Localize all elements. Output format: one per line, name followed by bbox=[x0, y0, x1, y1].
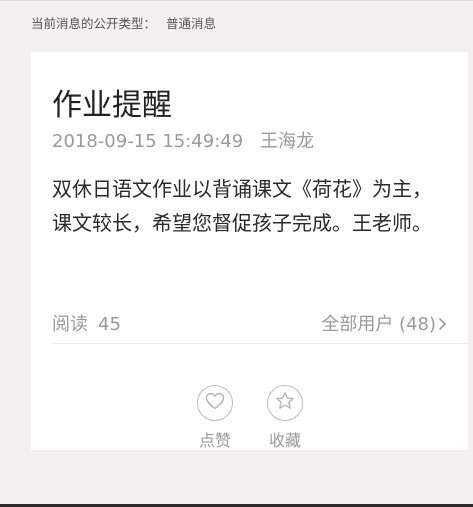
stats-divider bbox=[52, 343, 468, 344]
visibility-value: 普通消息 bbox=[166, 16, 217, 31]
message-datetime: 2018-09-15 15:49:49 bbox=[52, 131, 244, 152]
like-label: 点赞 bbox=[198, 431, 231, 450]
like-button[interactable]: 点赞 bbox=[195, 385, 235, 451]
message-meta: 2018-09-15 15:49:49 王海龙 bbox=[52, 127, 314, 153]
all-users-label: 全部用户 (48) bbox=[321, 314, 436, 335]
read-count: 45 bbox=[98, 314, 121, 335]
read-stats: 阅读 45 bbox=[52, 310, 121, 336]
message-author: 王海龙 bbox=[260, 131, 315, 152]
star-icon bbox=[275, 391, 295, 415]
top-divider bbox=[0, 0, 473, 1]
chevron-right-icon bbox=[438, 315, 447, 336]
read-label: 阅读 bbox=[52, 314, 88, 335]
all-users-link[interactable]: 全部用户 (48) bbox=[321, 310, 447, 336]
favorite-label: 收藏 bbox=[268, 431, 301, 450]
message-title: 作业提醒 bbox=[52, 88, 172, 123]
stats-row: 阅读 45 全部用户 (48) bbox=[52, 310, 447, 340]
favorite-circle bbox=[267, 385, 303, 421]
action-bar: 点赞 收藏 bbox=[195, 385, 315, 455]
favorite-button[interactable]: 收藏 bbox=[265, 385, 305, 451]
message-visibility-row: 当前消息的公开类型： 普通消息 bbox=[31, 13, 216, 32]
visibility-label: 当前消息的公开类型： bbox=[31, 16, 157, 31]
message-content: 双休日语文作业以背诵课文《荷花》为主，课文较长，希望您督促孩子完成。王老师。 bbox=[52, 177, 432, 235]
message-card: 作业提醒 2018-09-15 15:49:49 王海龙 双休日语文作业以背诵课文… bbox=[31, 52, 468, 450]
heart-icon bbox=[205, 392, 225, 414]
like-circle bbox=[197, 385, 233, 421]
